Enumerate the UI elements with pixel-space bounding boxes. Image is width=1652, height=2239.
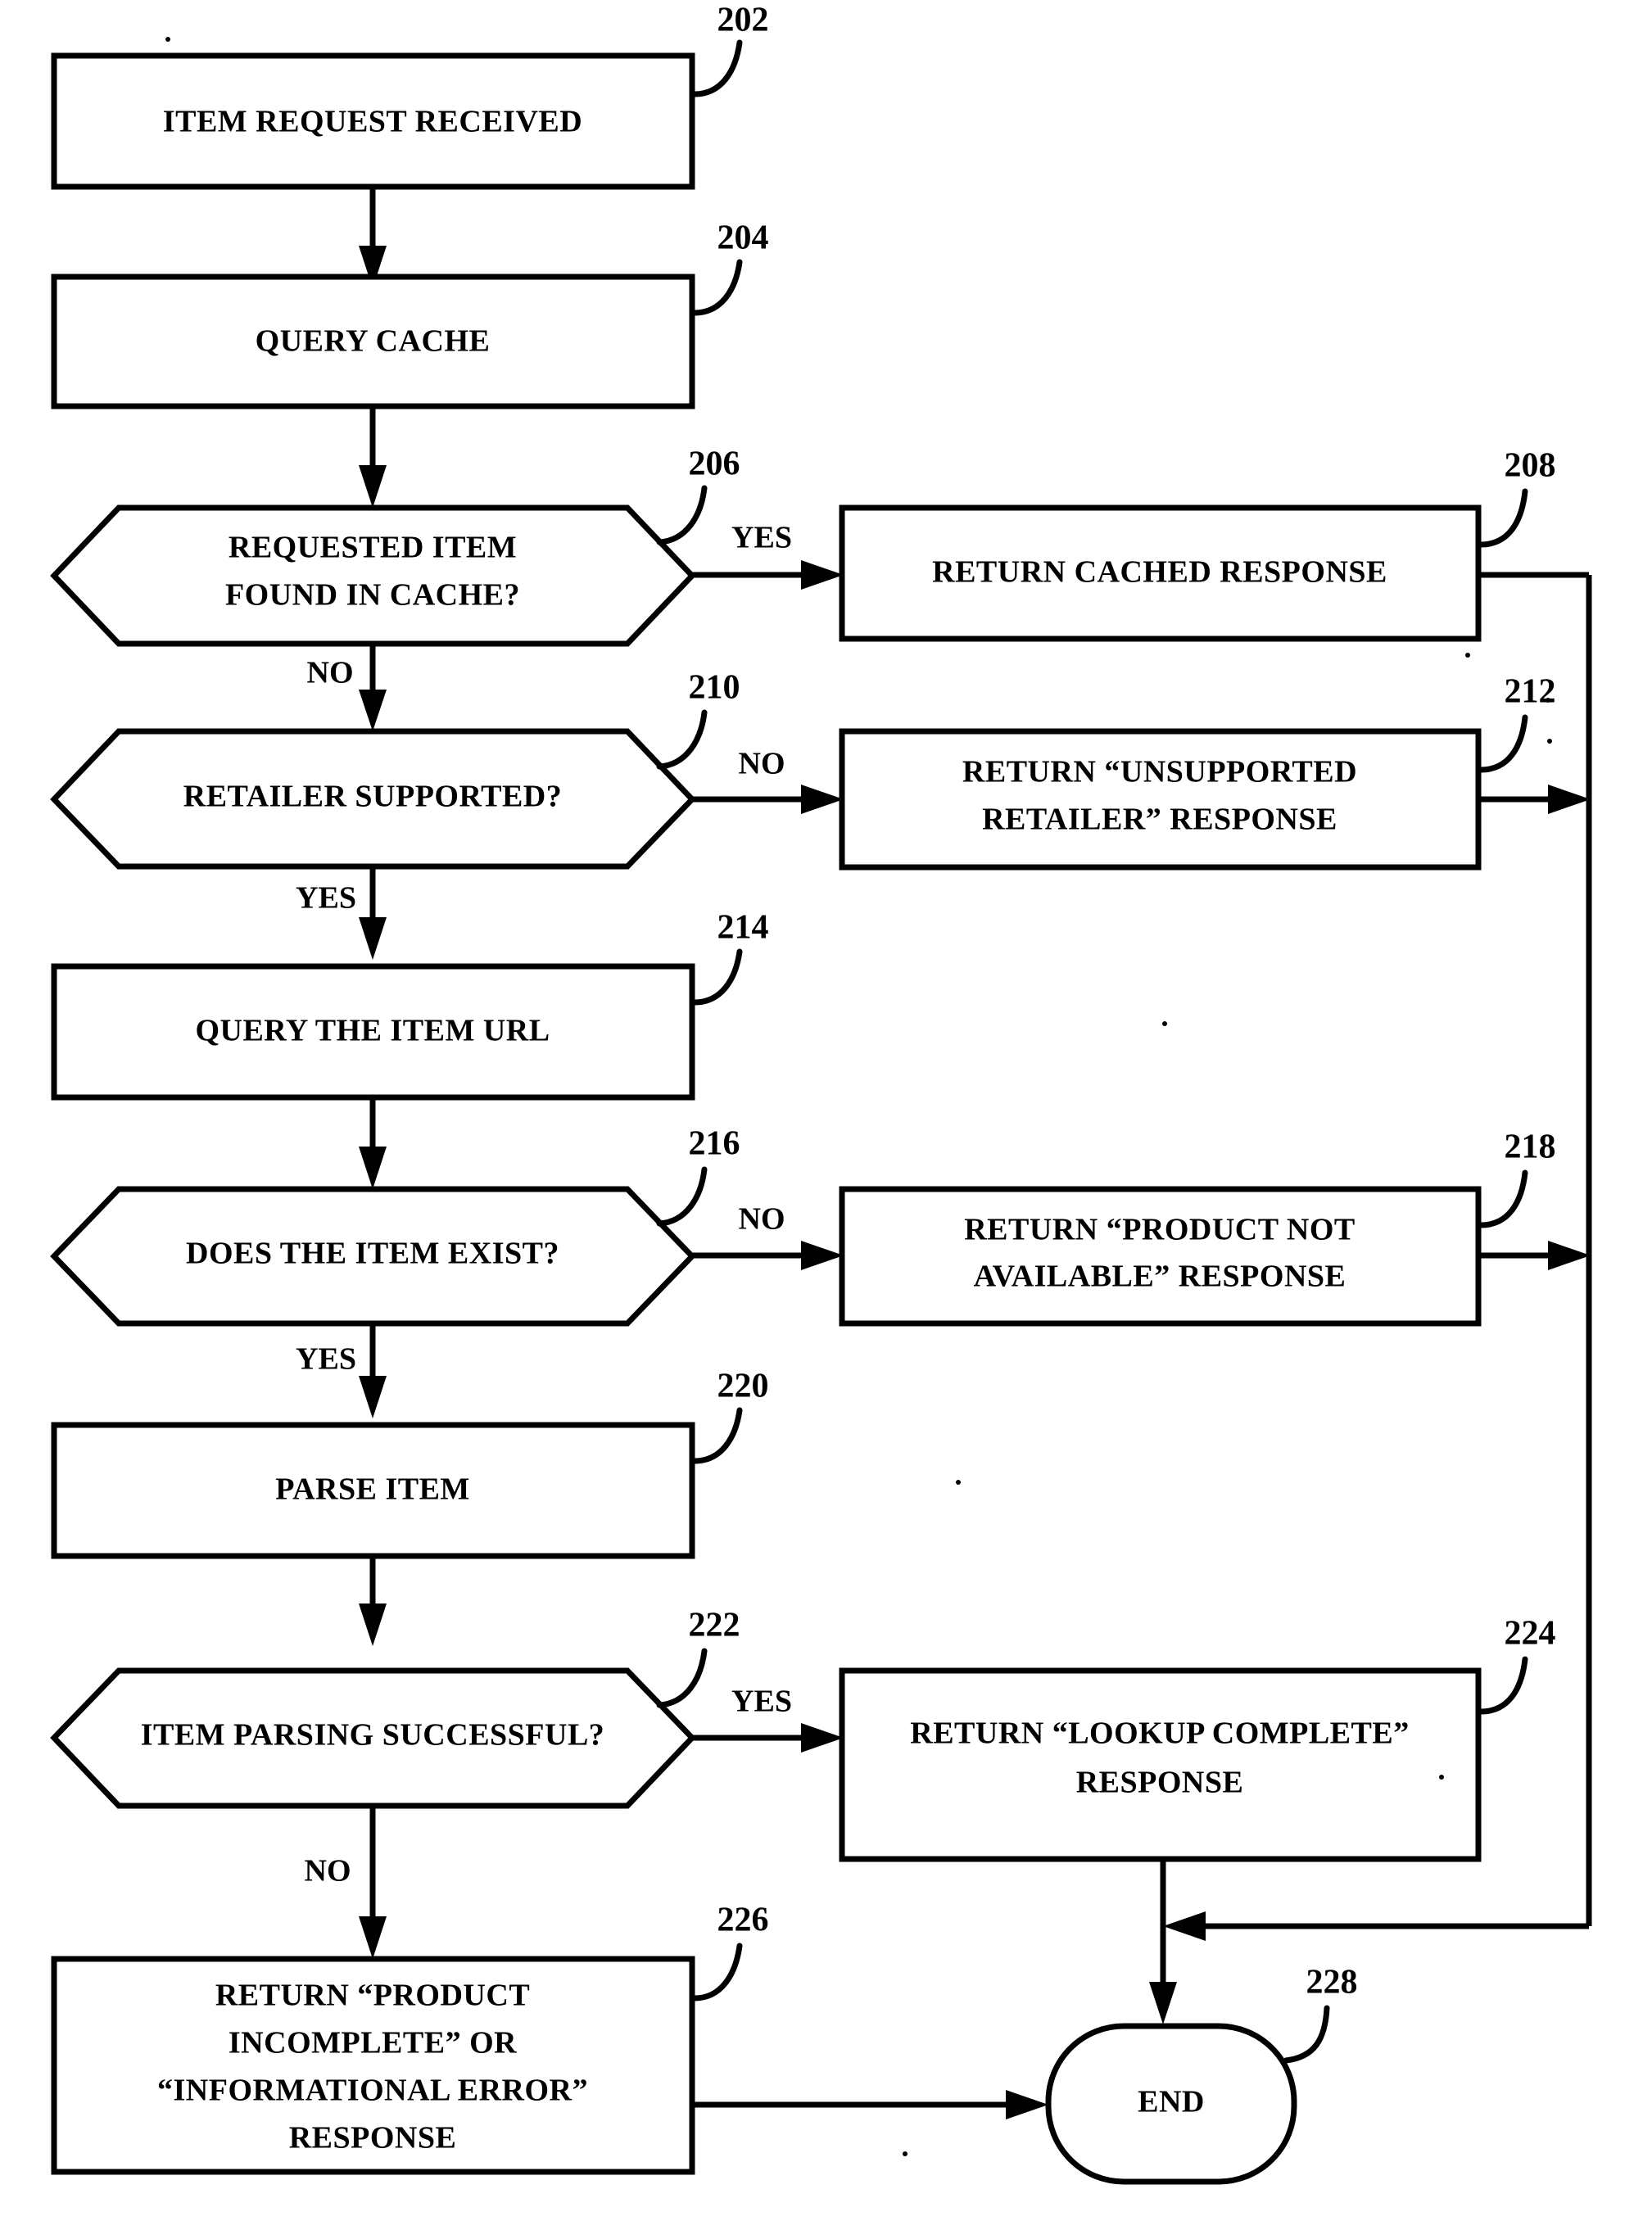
node-return-product-not-available-response[interactable]: RETURN “PRODUCT NOT AVAILABLE” RESPONSE: [839, 1186, 1482, 1327]
edge-222-yes-to-224: YES: [692, 1685, 844, 1753]
edge-222-no-to-226: NO: [305, 1806, 387, 1959]
ref-leader-210: 210: [656, 669, 740, 770]
node-item-parsing-successful[interactable]: ITEM PARSING SUCCESSFUL?: [50, 1667, 696, 1809]
ref-number-228: 228: [1306, 1964, 1358, 2002]
ref-leader-226: 226: [691, 1902, 769, 2002]
node-208-label-line1: RETURN CACHED RESPONSE: [932, 555, 1387, 590]
ref-number-222: 222: [689, 1607, 740, 1644]
edge-216-no-to-218: NO: [692, 1202, 844, 1270]
node-return-unsupported-retailer-response[interactable]: RETURN “UNSUPPORTED RETAILER” RESPONSE: [839, 728, 1482, 871]
node-216-label-line1: DOES THE ITEM EXIST?: [186, 1237, 559, 1271]
ref-number-204: 204: [717, 219, 769, 257]
edge-214-to-216: [359, 1097, 387, 1189]
node-218-label-line1: RETURN “PRODUCT NOT: [964, 1213, 1356, 1247]
flowchart-diagram: YES NO NO YES NO YES YES NO ITEM REQUEST…: [50, 2, 1592, 2185]
node-212-label-line2: RETAILER” RESPONSE: [982, 803, 1337, 837]
node-212-label-line1: RETURN “UNSUPPORTED: [962, 755, 1357, 789]
ref-number-220: 220: [717, 1368, 769, 1405]
ref-leader-224: 224: [1478, 1615, 1556, 1715]
edge-label-exists-yes: YES: [296, 1342, 356, 1377]
node-return-lookup-complete-response[interactable]: RETURN “LOOKUP COMPLETE” RESPONSE: [839, 1667, 1482, 1862]
node-return-product-incomplete-response[interactable]: RETURN “PRODUCT INCOMPLETE” OR “INFORMAT…: [51, 1956, 695, 2175]
node-query-cache[interactable]: QUERY CACHE: [51, 274, 695, 409]
ref-number-202: 202: [717, 2, 769, 39]
node-end[interactable]: END: [1045, 2023, 1297, 2185]
node-206-label-line2: FOUND IN CACHE?: [225, 578, 520, 613]
ref-leader-228: 228: [1283, 1964, 1358, 2064]
edge-210-yes-to-214: YES: [296, 866, 387, 960]
edge-label-retailer-yes: YES: [296, 881, 356, 916]
ref-leader-214: 214: [691, 909, 769, 1006]
node-202-label-line1: ITEM REQUEST RECEIVED: [163, 105, 582, 139]
node-does-the-item-exist[interactable]: DOES THE ITEM EXIST?: [50, 1186, 696, 1327]
node-226-label-line2: INCOMPLETE” OR: [229, 2026, 517, 2060]
node-parse-item[interactable]: PARSE ITEM: [51, 1422, 695, 1559]
edge-label-retailer-no: NO: [739, 747, 785, 781]
node-226-label-line3: “INFORMATIONAL ERROR”: [157, 2074, 588, 2108]
ref-leader-216: 216: [656, 1125, 740, 1227]
node-item-request-received[interactable]: ITEM REQUEST RECEIVED: [51, 52, 695, 190]
ref-number-214: 214: [717, 909, 769, 947]
scan-speck: [1162, 1021, 1167, 1026]
node-224-label-line2: RESPONSE: [1076, 1766, 1244, 1800]
figure-canvas: YES NO NO YES NO YES YES NO ITEM REQUEST…: [0, 0, 1652, 2239]
ref-leader-222: 222: [656, 1607, 740, 1708]
node-226-label-line4: RESPONSE: [289, 2121, 457, 2155]
node-214-label-line1: QUERY THE ITEM URL: [195, 1014, 550, 1048]
node-228-label-line1: END: [1138, 2085, 1205, 2119]
node-206-label-line1: REQUESTED ITEM: [229, 531, 517, 565]
scan-speck: [1547, 739, 1552, 744]
scan-speck: [1546, 698, 1550, 703]
edge-202-to-204: [359, 187, 387, 288]
ref-leader-218: 218: [1478, 1129, 1556, 1228]
scan-speck: [956, 1480, 961, 1485]
edge-210-no-to-212: NO: [692, 747, 844, 814]
node-222-label-line1: ITEM PARSING SUCCESSFUL?: [141, 1718, 605, 1753]
node-220-label-line1: PARSE ITEM: [275, 1472, 470, 1507]
scan-speck: [1439, 1775, 1444, 1780]
ref-leader-204: 204: [691, 219, 769, 316]
ref-leader-208: 208: [1478, 447, 1556, 548]
ref-leader-202: 202: [691, 2, 769, 97]
node-210-label-line1: RETAILER SUPPORTED?: [183, 780, 562, 814]
edge-label-exists-no: NO: [739, 1202, 785, 1237]
edge-224-to-end: [1149, 1859, 1177, 2024]
scan-speck: [903, 2151, 907, 2156]
edge-204-to-206: [359, 406, 387, 508]
edge-216-yes-to-220: YES: [296, 1323, 387, 1418]
scan-speck: [165, 37, 170, 42]
edge-label-parsing-yes: YES: [731, 1685, 792, 1719]
ref-number-226: 226: [717, 1902, 769, 1939]
ref-number-224: 224: [1505, 1615, 1556, 1653]
node-224-label-line1: RETURN “LOOKUP COMPLETE”: [910, 1717, 1410, 1751]
edge-label-parsing-no: NO: [305, 1854, 351, 1888]
node-requested-item-found-in-cache[interactable]: REQUESTED ITEM FOUND IN CACHE?: [50, 504, 696, 647]
edge-label-cache-yes: YES: [731, 521, 792, 555]
node-204-label-line1: QUERY CACHE: [256, 324, 491, 359]
scan-speck: [1465, 653, 1470, 658]
edge-206-no-to-210: NO: [307, 644, 387, 731]
ref-number-212: 212: [1505, 673, 1556, 711]
ref-leader-212: 212: [1478, 673, 1556, 773]
ref-number-206: 206: [689, 446, 740, 483]
edge-206-yes-to-208: YES: [692, 521, 844, 590]
node-return-cached-response[interactable]: RETURN CACHED RESPONSE: [839, 504, 1482, 642]
ref-leader-206: 206: [656, 446, 740, 545]
ref-number-208: 208: [1505, 447, 1556, 485]
node-query-the-item-url[interactable]: QUERY THE ITEM URL: [51, 963, 695, 1101]
node-retailer-supported[interactable]: RETAILER SUPPORTED?: [50, 728, 696, 870]
ref-number-210: 210: [689, 669, 740, 707]
node-218-label-line2: AVAILABLE” RESPONSE: [974, 1260, 1346, 1294]
ref-number-216: 216: [689, 1125, 740, 1163]
ref-leader-220: 220: [691, 1368, 769, 1464]
node-226-label-line1: RETURN “PRODUCT: [215, 1979, 530, 2013]
edge-label-cache-no: NO: [307, 656, 354, 690]
edge-220-to-222: [359, 1556, 387, 1646]
ref-number-218: 218: [1505, 1129, 1556, 1166]
edge-226-to-end: [692, 2090, 1048, 2119]
